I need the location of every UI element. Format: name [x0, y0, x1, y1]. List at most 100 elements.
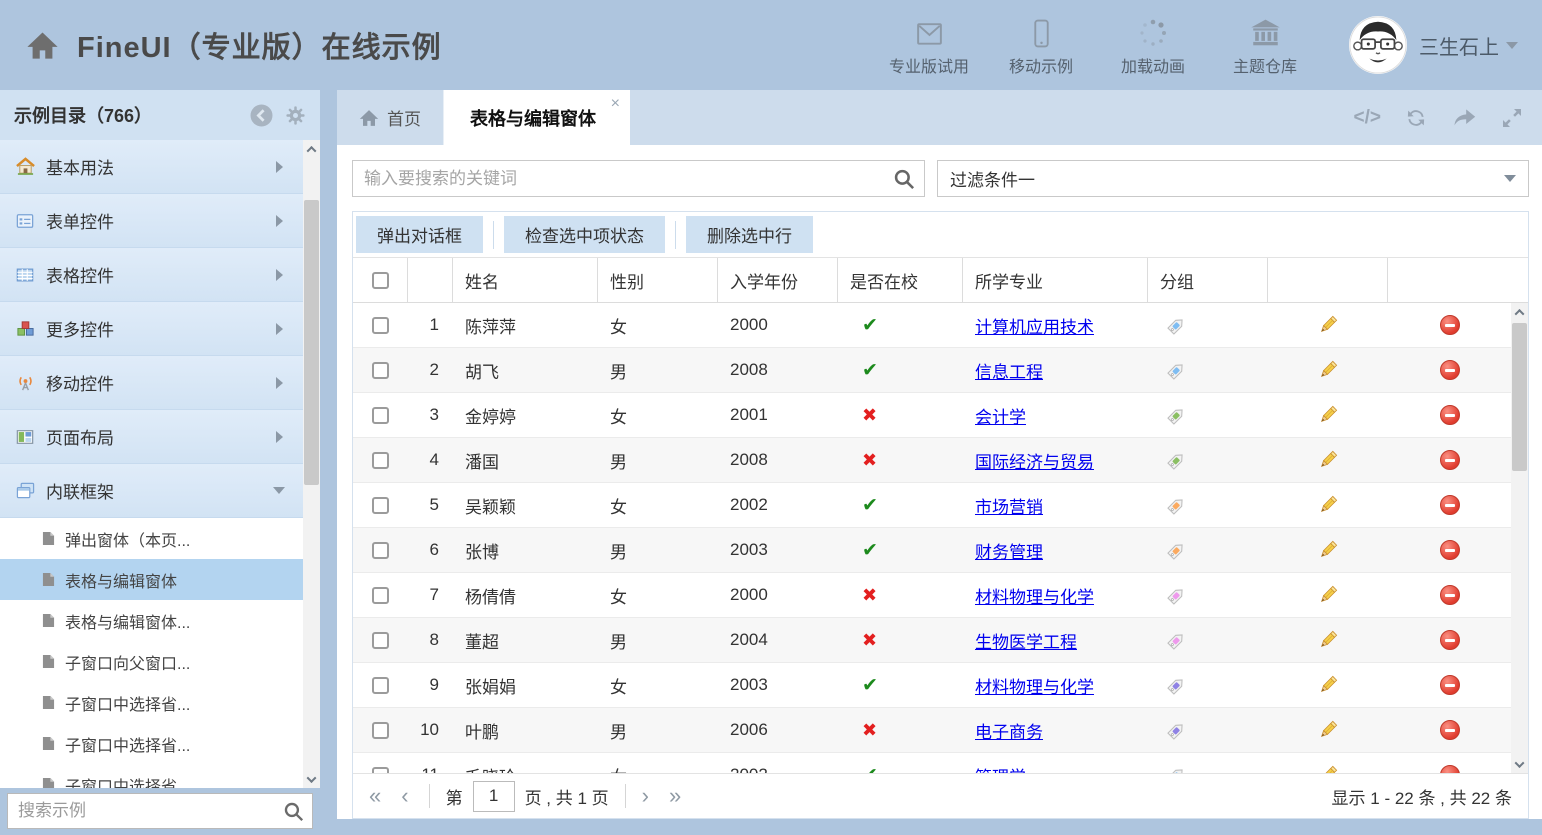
avatar[interactable] — [1349, 16, 1407, 74]
nav-mobile-demo[interactable]: 移动示例 — [985, 14, 1097, 77]
settings-gear-icon[interactable] — [285, 105, 306, 126]
delete-icon[interactable] — [1440, 585, 1460, 605]
delete-icon[interactable] — [1440, 540, 1460, 560]
collapse-sidebar-icon[interactable] — [250, 104, 273, 127]
edit-pencil-icon[interactable] — [1317, 629, 1339, 651]
major-link[interactable]: 材料物理与化学 — [975, 583, 1094, 608]
edit-pencil-icon[interactable] — [1317, 314, 1339, 336]
next-page-icon[interactable]: › — [642, 785, 649, 807]
row-checkbox[interactable] — [372, 542, 389, 559]
scroll-up-icon[interactable] — [1511, 303, 1528, 321]
major-link[interactable]: 市场营销 — [975, 493, 1043, 518]
major-link[interactable]: 材料物理与化学 — [975, 673, 1094, 698]
scroll-up-icon[interactable] — [303, 140, 320, 158]
delete-icon[interactable] — [1440, 405, 1460, 425]
delete-icon[interactable] — [1440, 630, 1460, 650]
share-forward-icon[interactable] — [1451, 104, 1478, 131]
delete-icon[interactable] — [1440, 720, 1460, 740]
edit-pencil-icon[interactable] — [1317, 449, 1339, 471]
table-scrollbar[interactable] — [1511, 303, 1528, 773]
last-page-icon[interactable]: » — [669, 785, 681, 807]
refresh-icon[interactable] — [1403, 105, 1429, 131]
sidebar-subitem[interactable]: 子窗口中选择省... — [0, 682, 303, 723]
tab-grid-edit-window[interactable]: 表格与编辑窗体 × — [444, 90, 630, 145]
major-link[interactable]: 财务管理 — [975, 538, 1043, 563]
sidebar-item-label: 基本用法 — [46, 154, 114, 179]
sidebar-item-basic-usage[interactable]: 基本用法 — [0, 140, 303, 194]
tab-home[interactable]: 首页 — [337, 90, 444, 145]
username[interactable]: 三生石上 — [1419, 31, 1499, 60]
nav-loading-anim[interactable]: 加载动画 — [1097, 14, 1209, 77]
sidebar-item-page-layout[interactable]: 页面布局 — [0, 410, 303, 464]
major-link[interactable]: 信息工程 — [975, 358, 1043, 383]
scroll-down-icon[interactable] — [1511, 755, 1528, 773]
first-page-icon[interactable]: « — [369, 785, 381, 807]
sidebar-item-label: 更多控件 — [46, 316, 114, 341]
edit-pencil-icon[interactable] — [1317, 404, 1339, 426]
at-school-status-icon: ✔ — [856, 674, 878, 697]
source-code-icon[interactable]: </> — [1354, 107, 1381, 129]
sidebar-item-form-controls[interactable]: 表单控件 — [0, 194, 303, 248]
select-all-checkbox[interactable] — [372, 272, 389, 289]
search-icon[interactable] — [893, 168, 915, 195]
filter-dropdown[interactable]: 过滤条件一 — [937, 160, 1529, 197]
delete-icon[interactable] — [1440, 315, 1460, 335]
major-link[interactable]: 会计学 — [975, 403, 1026, 428]
edit-pencil-icon[interactable] — [1317, 764, 1339, 773]
row-checkbox[interactable] — [372, 407, 389, 424]
sidebar-subitem[interactable]: 子窗口中选择省... — [0, 764, 303, 788]
open-dialog-button[interactable]: 弹出对话框 — [356, 216, 483, 253]
sidebar-search-input[interactable] — [7, 793, 313, 829]
major-link[interactable]: 计算机应用技术 — [975, 313, 1094, 338]
row-checkbox[interactable] — [372, 587, 389, 604]
major-link[interactable]: 国际经济与贸易 — [975, 448, 1094, 473]
check-selected-button[interactable]: 检查选中项状态 — [504, 216, 665, 253]
prev-page-icon[interactable]: ‹ — [401, 785, 408, 807]
sidebar-subitem[interactable]: 弹出窗体（本页... — [0, 518, 303, 559]
edit-pencil-icon[interactable] — [1317, 494, 1339, 516]
nav-trial[interactable]: 专业版试用 — [873, 14, 985, 77]
sidebar-item-more-controls[interactable]: 更多控件 — [0, 302, 303, 356]
row-checkbox[interactable] — [372, 452, 389, 469]
delete-selected-button[interactable]: 删除选中行 — [686, 216, 813, 253]
row-checkbox[interactable] — [372, 497, 389, 514]
sidebar-scrollbar[interactable] — [303, 140, 320, 788]
delete-icon[interactable] — [1440, 360, 1460, 380]
edit-pencil-icon[interactable] — [1317, 359, 1339, 381]
delete-icon[interactable] — [1440, 450, 1460, 470]
edit-pencil-icon[interactable] — [1317, 674, 1339, 696]
sidebar-item-mobile-controls[interactable]: 移动控件 — [0, 356, 303, 410]
row-checkbox[interactable] — [372, 722, 389, 739]
sidebar-item-grid-controls[interactable]: 表格控件 — [0, 248, 303, 302]
page-number-input[interactable] — [473, 781, 515, 812]
sidebar-item-iframe[interactable]: 内联框架 — [0, 464, 303, 518]
major-link[interactable]: 生物医学工程 — [975, 628, 1077, 653]
keyword-search-input[interactable] — [352, 160, 925, 197]
sidebar-subitem[interactable]: 子窗口中选择省... — [0, 723, 303, 764]
sidebar-subitem[interactable]: 表格与编辑窗体... — [0, 600, 303, 641]
close-icon[interactable]: × — [611, 96, 620, 112]
edit-pencil-icon[interactable] — [1317, 719, 1339, 741]
search-icon[interactable] — [283, 801, 304, 827]
row-checkbox[interactable] — [372, 317, 389, 334]
row-checkbox[interactable] — [372, 362, 389, 379]
row-checkbox[interactable] — [372, 632, 389, 649]
sidebar-scrollbar-thumb[interactable] — [304, 200, 319, 485]
sidebar-subitem[interactable]: 表格与编辑窗体 — [0, 559, 303, 600]
delete-icon[interactable] — [1440, 675, 1460, 695]
user-menu-caret-icon[interactable] — [1506, 42, 1518, 49]
table-scrollbar-thumb[interactable] — [1512, 323, 1527, 471]
cell-gender: 男 — [598, 538, 718, 563]
edit-pencil-icon[interactable] — [1317, 584, 1339, 606]
row-checkbox[interactable] — [372, 677, 389, 694]
delete-icon[interactable] — [1440, 495, 1460, 515]
major-link[interactable]: 电子商务 — [975, 718, 1043, 743]
row-checkbox[interactable] — [372, 767, 389, 774]
edit-pencil-icon[interactable] — [1317, 539, 1339, 561]
expand-icon[interactable] — [1500, 106, 1524, 130]
delete-icon[interactable] — [1440, 765, 1460, 773]
scroll-down-icon[interactable] — [303, 770, 320, 788]
major-link[interactable]: 管理学 — [975, 763, 1026, 774]
sidebar-subitem[interactable]: 子窗口向父窗口... — [0, 641, 303, 682]
nav-theme-store[interactable]: 主题仓库 — [1209, 14, 1321, 77]
